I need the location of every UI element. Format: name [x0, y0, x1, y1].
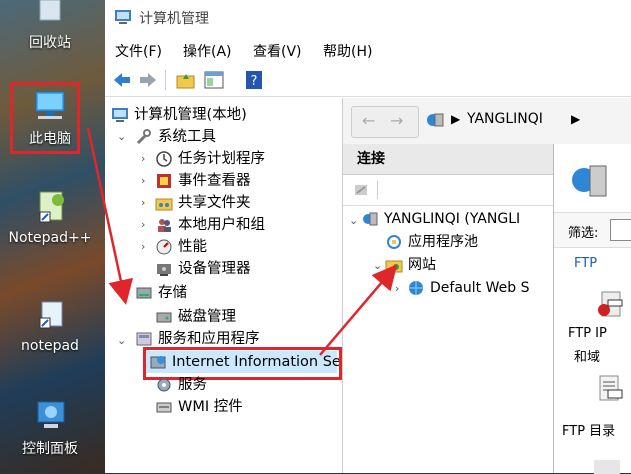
arrow-iis-to-sites: [319, 264, 398, 356]
arrow-this-pc-to-tree: [86, 127, 134, 305]
annotation-arrows: [86, 127, 398, 356]
